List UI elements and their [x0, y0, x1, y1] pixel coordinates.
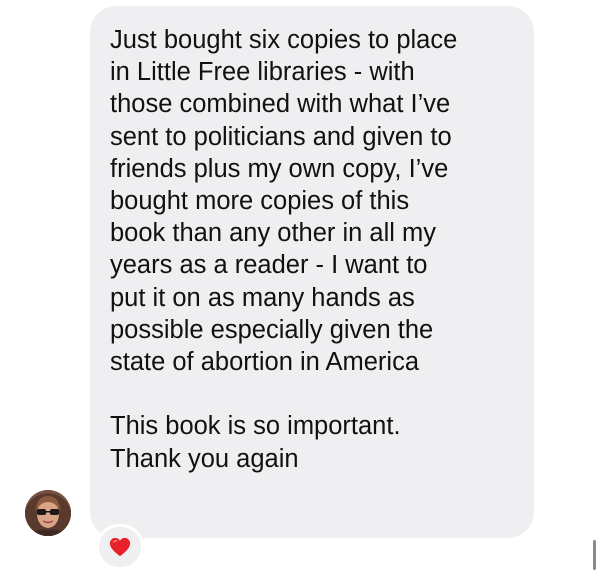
- sender-avatar[interactable]: [25, 490, 71, 536]
- red-heart-icon: [109, 537, 131, 557]
- message-text: Just bought six copies to place in Littl…: [110, 26, 458, 473]
- heart-reaction[interactable]: [96, 524, 144, 570]
- message-thread: Just bought six copies to place in Littl…: [0, 0, 600, 573]
- message-bubble[interactable]: Just bought six copies to place in Littl…: [90, 6, 534, 538]
- scrollbar[interactable]: [593, 540, 596, 570]
- avatar-photo-icon: [25, 490, 71, 536]
